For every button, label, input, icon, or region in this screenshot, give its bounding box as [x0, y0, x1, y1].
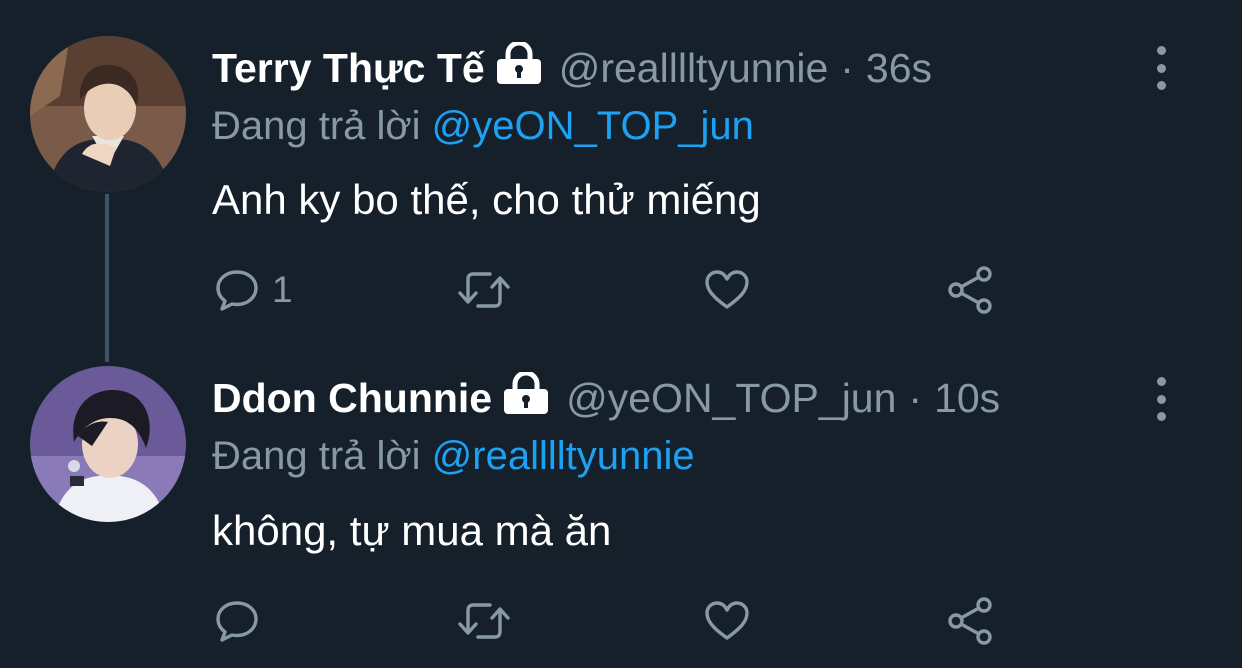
- tweet-header: Ddon Chunnie @yeON_TOP_jun · 10s: [212, 370, 1000, 426]
- reply-button[interactable]: 1: [214, 265, 293, 315]
- like-button[interactable]: [703, 265, 751, 315]
- retweet-button[interactable]: [456, 265, 512, 315]
- reply-icon: [214, 598, 260, 644]
- share-button[interactable]: [946, 265, 996, 315]
- separator: ·: [908, 374, 923, 421]
- handle[interactable]: @yeON_TOP_jun: [566, 375, 896, 422]
- handle[interactable]: @realllltyunnie: [559, 45, 829, 92]
- tweet-text: Anh ky bo thế, cho thử miếng: [212, 176, 761, 223]
- reply-prefix: Đang trả lời: [212, 434, 421, 478]
- action-bar: [0, 596, 1242, 646]
- tweet-text: không, tự mua mà ăn: [212, 507, 612, 554]
- avatar[interactable]: [30, 366, 186, 522]
- more-icon[interactable]: [1149, 46, 1173, 90]
- separator: ·: [840, 44, 854, 91]
- retweet-icon: [456, 267, 512, 313]
- like-icon: [703, 598, 751, 644]
- reply-prefix: Đang trả lời: [212, 104, 421, 148]
- more-icon[interactable]: [1149, 377, 1173, 421]
- retweet-icon: [456, 598, 512, 644]
- reply-count: 1: [272, 269, 293, 310]
- timestamp[interactable]: 36s: [866, 45, 932, 92]
- display-name[interactable]: Ddon Chunnie: [212, 375, 492, 422]
- share-button[interactable]: [946, 596, 996, 646]
- timestamp[interactable]: 10s: [934, 375, 1000, 422]
- reply-button[interactable]: [214, 596, 272, 646]
- reply-mention-link[interactable]: @realllltyunnie: [432, 434, 695, 478]
- like-icon: [703, 267, 751, 313]
- share-icon: [946, 596, 996, 646]
- share-icon: [946, 265, 996, 315]
- reply-mention-link[interactable]: @yeON_TOP_jun: [432, 104, 754, 148]
- reply-context: Đang trả lời @yeON_TOP_jun: [212, 104, 754, 149]
- avatar[interactable]: [30, 36, 186, 192]
- like-button[interactable]: [703, 596, 751, 646]
- display-name[interactable]: Terry Thực Tế: [212, 45, 485, 92]
- reply-context: Đang trả lời @realllltyunnie: [212, 434, 695, 479]
- lock-icon: [500, 370, 552, 424]
- reply-icon: [214, 267, 260, 313]
- tweet-header: Terry Thực Tế @realllltyunnie · 36s: [212, 40, 932, 96]
- retweet-button[interactable]: [456, 596, 512, 646]
- action-bar: 1: [0, 265, 1242, 315]
- lock-icon: [493, 40, 545, 94]
